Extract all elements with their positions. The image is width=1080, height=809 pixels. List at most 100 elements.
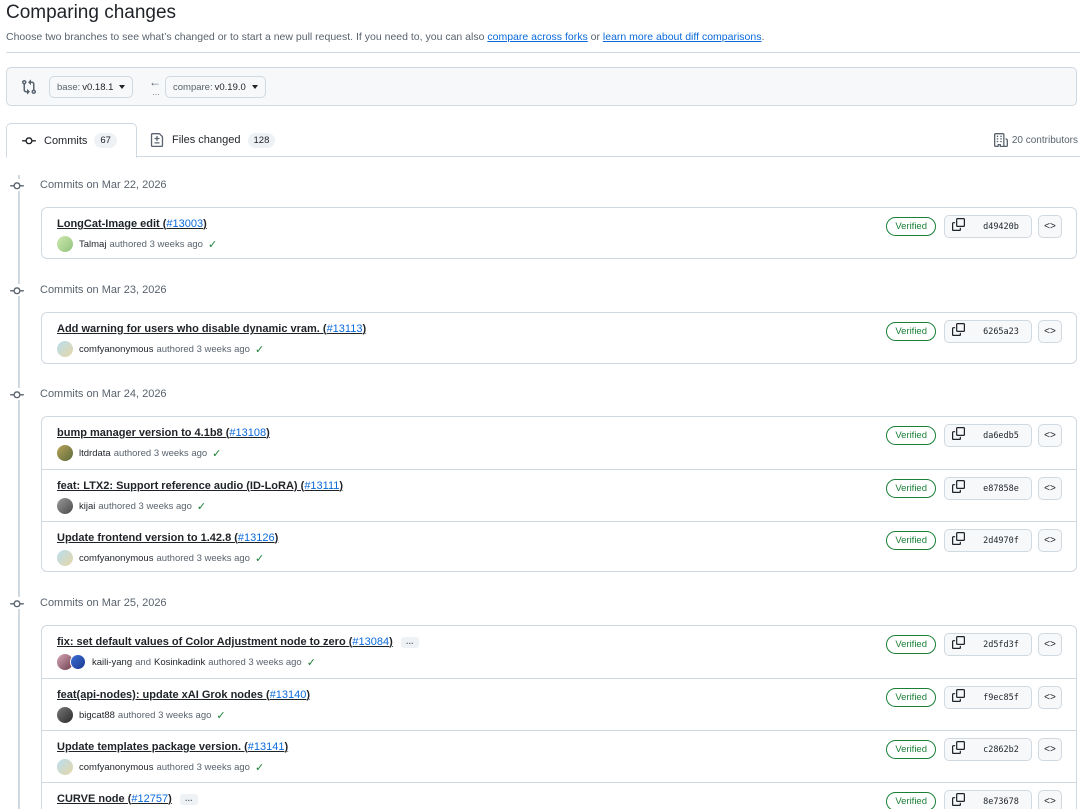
- commit-sha-link[interactable]: e87858e: [971, 477, 1032, 500]
- author-link[interactable]: comfyanonymous: [79, 762, 153, 773]
- contributors-link[interactable]: 20 contributors: [993, 133, 1078, 147]
- pull-request-link[interactable]: #12757: [131, 793, 168, 805]
- avatar[interactable]: [57, 341, 73, 357]
- browse-repo-button[interactable]: <>: [1038, 215, 1062, 238]
- pull-request-link[interactable]: #13003: [166, 218, 203, 230]
- check-icon: ✓: [254, 761, 265, 774]
- commit-sha-link[interactable]: da6edb5: [971, 424, 1032, 447]
- commit-message-link[interactable]: Update templates package version. (#1314…: [57, 741, 288, 753]
- copy-sha-button[interactable]: [944, 424, 972, 447]
- copy-icon: [951, 635, 965, 654]
- verified-badge[interactable]: Verified: [886, 688, 936, 707]
- compare-branch-select[interactable]: compare: v0.19.0: [165, 76, 266, 98]
- commit-message-link[interactable]: bump manager version to 4.1b8 (#13108): [57, 427, 270, 439]
- day-date: Commits on Mar 24, 2026: [40, 388, 167, 400]
- compare-across-forks-link[interactable]: compare across forks: [487, 31, 587, 43]
- copy-sha-button[interactable]: [944, 738, 972, 761]
- copy-sha-button[interactable]: [944, 790, 972, 809]
- browse-repo-button[interactable]: <>: [1038, 424, 1062, 447]
- browse-repo-button[interactable]: <>: [1038, 320, 1062, 343]
- pull-request-link[interactable]: #13140: [270, 689, 307, 701]
- verified-badge[interactable]: Verified: [886, 217, 936, 236]
- browse-repo-button[interactable]: <>: [1038, 790, 1062, 809]
- base-branch-select[interactable]: base: v0.18.1: [49, 76, 134, 98]
- commit-meta: bigcat88 authored 3 weeks ago ✓: [57, 707, 226, 723]
- author-link[interactable]: comfyanonymous: [79, 344, 153, 355]
- avatar[interactable]: [57, 550, 73, 566]
- pull-request-link[interactable]: #13111: [304, 480, 339, 492]
- copy-icon: [951, 792, 965, 809]
- commit-message-link[interactable]: CURVE node (#12757) …: [57, 793, 198, 805]
- pull-request-link[interactable]: #13113: [327, 323, 363, 335]
- tab-files-changed[interactable]: Files changed 128: [150, 123, 276, 157]
- commit-message-link[interactable]: Update frontend version to 1.42.8 (#1312…: [57, 532, 278, 544]
- expand-message-button[interactable]: …: [400, 636, 419, 648]
- pull-request-link[interactable]: #13141: [248, 741, 285, 753]
- commit-row: Update templates package version. (#1314…: [42, 730, 1076, 782]
- browse-repo-button[interactable]: <>: [1038, 738, 1062, 761]
- avatar[interactable]: [57, 445, 73, 461]
- code-icon: <>: [1044, 483, 1056, 494]
- commit-message-link[interactable]: Add warning for users who disable dynami…: [57, 323, 366, 335]
- commit-title-close: ): [168, 793, 172, 805]
- author-link[interactable]: kijai: [79, 501, 95, 512]
- commit-title: bump manager version to 4.1b8 (: [57, 427, 230, 439]
- commit-title: CURVE node (: [57, 793, 132, 805]
- description-middle: or: [587, 31, 603, 43]
- avatar[interactable]: [57, 707, 73, 723]
- copy-sha-button[interactable]: [944, 686, 972, 709]
- author-link[interactable]: bigcat88: [79, 710, 115, 721]
- tab-commits[interactable]: Commits 67: [6, 123, 137, 158]
- check-icon: ✓: [196, 500, 207, 513]
- commit-sha-link[interactable]: d49420b: [971, 215, 1032, 238]
- copy-sha-button[interactable]: [944, 215, 972, 238]
- verified-badge[interactable]: Verified: [886, 792, 936, 809]
- copy-sha-button[interactable]: [944, 529, 972, 552]
- code-icon: <>: [1044, 639, 1056, 650]
- copy-sha-button[interactable]: [944, 633, 972, 656]
- commit-sha-link[interactable]: c2862b2: [971, 738, 1032, 761]
- avatar[interactable]: [57, 759, 73, 775]
- pull-request-link[interactable]: #13108: [229, 427, 266, 439]
- commit-message-link[interactable]: LongCat-Image edit (#13003): [57, 218, 207, 230]
- learn-more-link[interactable]: learn more about diff comparisons: [603, 31, 762, 43]
- commit-message-link[interactable]: fix: set default values of Color Adjustm…: [57, 636, 419, 648]
- verified-badge[interactable]: Verified: [886, 479, 936, 498]
- copy-sha-button[interactable]: [944, 477, 972, 500]
- browse-repo-button[interactable]: <>: [1038, 633, 1062, 656]
- description-suffix: .: [761, 31, 765, 43]
- commit-message-link[interactable]: feat: LTX2: Support reference audio (ID-…: [57, 480, 343, 492]
- pull-request-link[interactable]: #13126: [238, 532, 275, 544]
- author-link[interactable]: ltdrdata: [79, 448, 111, 459]
- verified-badge[interactable]: Verified: [886, 426, 936, 445]
- check-icon: ✓: [216, 709, 226, 722]
- commit-sha-link[interactable]: 6265a23: [971, 320, 1032, 343]
- avatar[interactable]: [57, 498, 73, 514]
- commit-title: fix: set default values of Color Adjustm…: [57, 636, 353, 648]
- commit-sha-link[interactable]: 8e73678: [971, 790, 1032, 809]
- commit-sha-link[interactable]: f9ec85f: [971, 686, 1032, 709]
- commit-sha-link[interactable]: 2d4970f: [971, 529, 1032, 552]
- files-counter: 128: [247, 132, 276, 148]
- author-link[interactable]: comfyanonymous: [79, 553, 153, 564]
- browse-repo-button[interactable]: <>: [1038, 529, 1062, 552]
- author-link[interactable]: Kosinkadink: [154, 657, 205, 668]
- author-link[interactable]: Talmaj: [79, 239, 106, 250]
- verified-badge[interactable]: Verified: [886, 322, 936, 341]
- avatar[interactable]: [57, 236, 73, 252]
- commit-row: feat: LTX2: Support reference audio (ID-…: [42, 469, 1076, 521]
- expand-message-button[interactable]: …: [179, 793, 198, 805]
- commit-title-close: ): [284, 741, 289, 753]
- code-icon: <>: [1044, 692, 1056, 703]
- copy-sha-button[interactable]: [944, 320, 972, 343]
- verified-badge[interactable]: Verified: [886, 531, 936, 550]
- browse-repo-button[interactable]: <>: [1038, 477, 1062, 500]
- verified-badge[interactable]: Verified: [886, 635, 936, 654]
- verified-badge[interactable]: Verified: [886, 740, 936, 759]
- pull-request-link[interactable]: #13084: [352, 636, 389, 648]
- avatar[interactable]: [70, 654, 86, 670]
- commit-sha-link[interactable]: 2d5fd3f: [971, 633, 1032, 656]
- author-link[interactable]: kaili-yang: [92, 657, 132, 668]
- browse-repo-button[interactable]: <>: [1038, 686, 1062, 709]
- commit-message-link[interactable]: feat(api-nodes): update xAI Grok nodes (…: [57, 689, 310, 701]
